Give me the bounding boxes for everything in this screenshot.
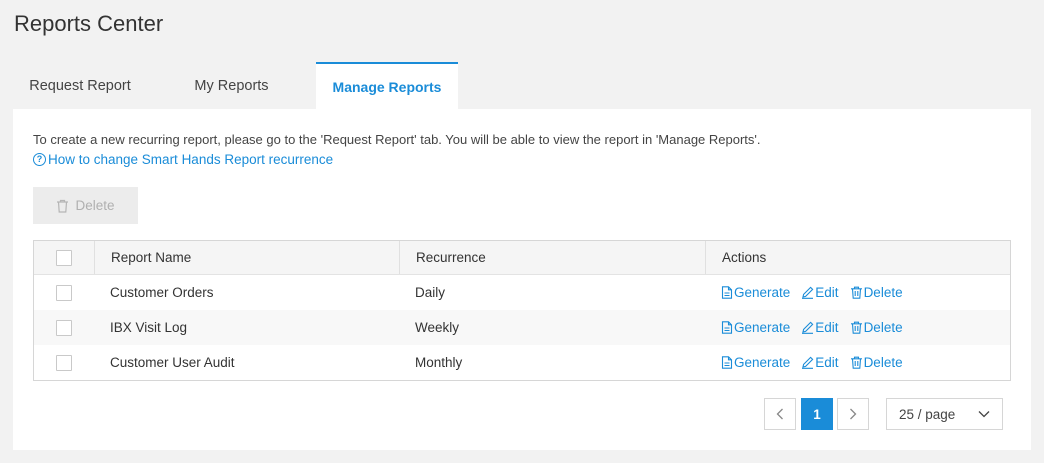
generate-button[interactable]: Generate — [721, 320, 790, 335]
report-recurrence: Daily — [415, 285, 446, 300]
row-select-cell — [34, 345, 94, 380]
trash-icon — [850, 286, 862, 299]
page-size-value: 25 / page — [899, 406, 956, 422]
pencil-icon — [802, 286, 814, 299]
row-select-cell — [34, 275, 94, 310]
row-actions: Generate Edit Delete — [705, 345, 1010, 380]
trash-icon — [850, 321, 862, 334]
delete-button[interactable]: Delete — [850, 320, 903, 335]
report-recurrence: Monthly — [415, 355, 463, 370]
document-icon — [721, 356, 733, 369]
select-all-cell — [34, 241, 94, 274]
row-actions: Generate Edit Delete — [705, 310, 1010, 345]
report-name: Customer Orders — [110, 285, 214, 300]
chevron-left-icon — [776, 408, 783, 420]
bulk-delete-label: Delete — [75, 198, 115, 213]
chevron-right-icon — [850, 408, 857, 420]
table-row: Customer User Audit Monthly Generate Edi… — [34, 345, 1010, 380]
select-all-checkbox[interactable] — [56, 249, 72, 266]
help-link-label: How to change Smart Hands Report recurre… — [48, 152, 334, 167]
page-button-current[interactable]: 1 — [801, 398, 833, 430]
document-icon — [721, 321, 733, 334]
chevron-down-icon — [978, 411, 990, 418]
header-recurrence[interactable]: Recurrence — [399, 241, 705, 274]
tab-bar: Request Report My Reports Manage Reports — [13, 62, 458, 109]
generate-button[interactable]: Generate — [721, 285, 790, 300]
bulk-delete-button[interactable]: Delete — [33, 187, 138, 224]
page-title: Reports Center — [14, 11, 164, 36]
help-link[interactable]: ? How to change Smart Hands Report recur… — [33, 152, 333, 167]
tab-request-report[interactable]: Request Report — [13, 62, 147, 109]
next-page-button[interactable] — [837, 398, 869, 430]
generate-button[interactable]: Generate — [721, 355, 790, 370]
row-checkbox[interactable] — [56, 319, 72, 336]
trash-icon — [850, 356, 862, 369]
trash-icon — [57, 199, 69, 213]
pencil-icon — [802, 356, 814, 369]
edit-button[interactable]: Edit — [801, 320, 839, 335]
header-actions: Actions — [705, 241, 1010, 274]
edit-button[interactable]: Edit — [801, 285, 839, 300]
table-row: IBX Visit Log Weekly Generate Edit Delet… — [34, 310, 1010, 345]
question-circle-icon: ? — [33, 153, 46, 166]
row-actions: Generate Edit Delete — [705, 275, 1010, 310]
report-name: Customer User Audit — [110, 355, 235, 370]
pencil-icon — [802, 321, 814, 334]
tab-manage-reports[interactable]: Manage Reports — [316, 62, 458, 109]
delete-button[interactable]: Delete — [850, 355, 903, 370]
prev-page-button[interactable] — [764, 398, 796, 430]
table-row: Customer Orders Daily Generate Edit Dele… — [34, 275, 1010, 310]
page-size-select[interactable]: 25 / page — [886, 398, 1003, 430]
document-icon — [721, 286, 733, 299]
tab-my-reports[interactable]: My Reports — [147, 62, 316, 109]
edit-button[interactable]: Edit — [801, 355, 839, 370]
row-select-cell — [34, 310, 94, 345]
row-checkbox[interactable] — [56, 284, 72, 301]
header-report-name[interactable]: Report Name — [94, 241, 399, 274]
report-recurrence: Weekly — [415, 320, 460, 335]
manage-reports-panel: To create a new recurring report, please… — [13, 109, 1031, 450]
reports-table: Report Name Recurrence Actions Customer … — [33, 240, 1011, 381]
row-checkbox[interactable] — [56, 354, 72, 371]
intro-text: To create a new recurring report, please… — [33, 132, 761, 147]
report-name: IBX Visit Log — [110, 320, 188, 335]
delete-button[interactable]: Delete — [850, 285, 903, 300]
table-header-row: Report Name Recurrence Actions — [34, 241, 1010, 275]
